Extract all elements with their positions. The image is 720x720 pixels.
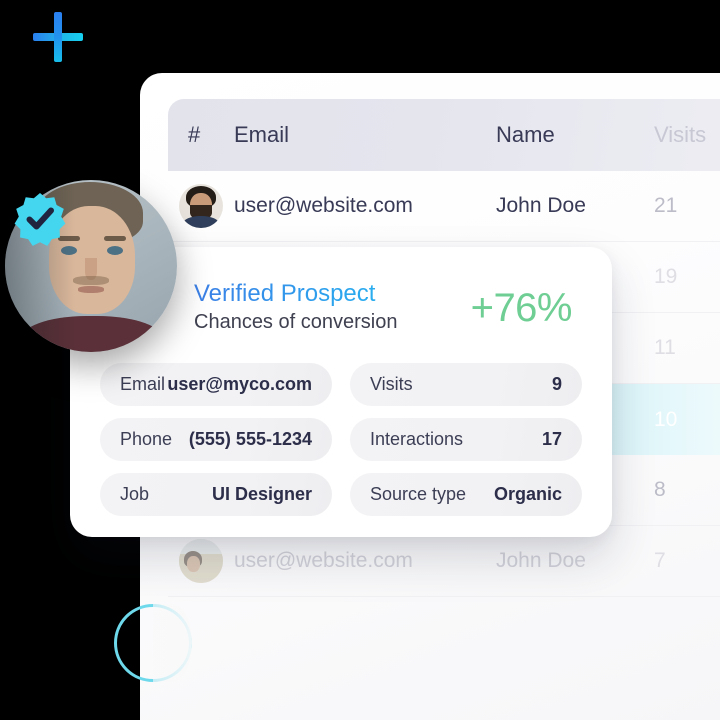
plus-icon[interactable] [33, 12, 83, 62]
detail-label: Phone [120, 429, 173, 449]
cell-name: John Doe [496, 549, 586, 572]
detail-value: 17 [541, 429, 562, 449]
table-row[interactable]: user@website.com John Doe 21 [168, 171, 720, 242]
detail-label: Source type [370, 484, 467, 504]
conversion-metric: +76% [470, 285, 573, 330]
cell-name: John Doe [496, 194, 586, 217]
cell-visits: 7 [654, 549, 666, 572]
cell-visits: 10 [654, 407, 678, 431]
cell-email: user@website.com [234, 549, 413, 572]
ring-outline-icon [114, 604, 192, 682]
column-header-visits[interactable]: Visits [654, 122, 720, 148]
detail-row-source-type[interactable]: Source type Organic [350, 473, 582, 516]
table-header-row: # Email Name Visits [168, 99, 720, 171]
detail-label: Job [120, 484, 150, 504]
card-detail-grid: Email user@myco.com Phone (555) 555-1234… [100, 363, 582, 516]
detail-row-email[interactable]: Email user@myco.com [100, 363, 332, 406]
avatar [179, 184, 223, 228]
page-title: Verified Prospect [194, 280, 471, 308]
cell-visits: 19 [654, 265, 678, 288]
row-avatar-cell [168, 184, 234, 228]
detail-label: Visits [370, 374, 413, 394]
detail-value: user@myco.com [167, 374, 312, 394]
detail-label: Email [120, 374, 166, 394]
cell-email: user@website.com [234, 194, 413, 217]
ring-overlap-fade [153, 604, 192, 682]
detail-row-interactions[interactable]: Interactions 17 [350, 418, 582, 461]
detail-column-right: Visits 9 Interactions 17 Source type Org… [350, 363, 582, 516]
verified-badge-icon [12, 192, 68, 248]
screenshot-canvas: # Email Name Visits user@website.com Joh… [0, 0, 720, 720]
detail-row-visits[interactable]: Visits 9 [350, 363, 582, 406]
column-header-hash[interactable]: # [168, 122, 234, 148]
row-avatar-cell [168, 539, 234, 583]
cell-visits: 8 [654, 478, 666, 501]
card-header-text: Verified Prospect Chances of conversion [194, 280, 471, 335]
cell-visits: 21 [654, 194, 678, 217]
detail-row-job[interactable]: Job UI Designer [100, 473, 332, 516]
card-subtitle: Chances of conversion [194, 310, 398, 333]
detail-label: Interactions [370, 429, 464, 449]
detail-column-left: Email user@myco.com Phone (555) 555-1234… [100, 363, 332, 516]
detail-value: (555) 555-1234 [188, 429, 312, 449]
detail-row-phone[interactable]: Phone (555) 555-1234 [100, 418, 332, 461]
plus-icon-vertical-bar [54, 12, 62, 62]
column-header-email[interactable]: Email [234, 122, 496, 148]
detail-value: UI Designer [211, 484, 312, 504]
column-header-name[interactable]: Name [496, 122, 654, 148]
avatar [179, 539, 223, 583]
detail-value: 9 [551, 374, 562, 394]
cell-visits: 11 [654, 336, 676, 359]
detail-value: Organic [493, 484, 562, 504]
